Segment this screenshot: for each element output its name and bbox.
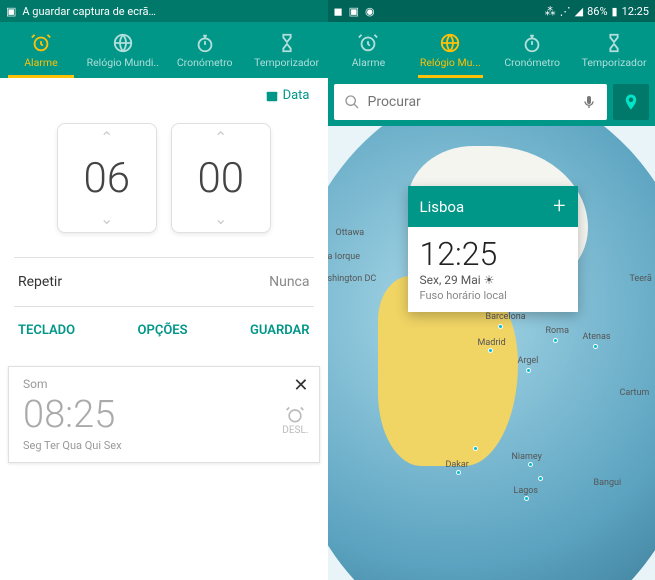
hourglass-icon: [603, 32, 625, 54]
map-city-label: shington DC: [328, 274, 377, 284]
map-city-label: Atenas: [583, 332, 611, 342]
tab-alarm[interactable]: Alarme: [328, 22, 410, 78]
alarm-time: 08:25: [23, 393, 305, 437]
search-icon: [344, 94, 360, 110]
map-city-label: Dakar: [446, 460, 469, 470]
tab-label: Cronómetro: [177, 56, 233, 69]
signal-icon: ◢: [575, 5, 583, 18]
bluetooth-icon: ⁂: [545, 5, 556, 18]
tab-bar: Alarme Relógio Mu... Cronómetro Temporiz…: [328, 22, 655, 78]
map-city-label: Madrid: [478, 338, 506, 348]
messenger-icon: ◉: [365, 5, 375, 18]
alarm-toggle-off[interactable]: DESL.: [282, 405, 308, 436]
options-button[interactable]: OPÇÕES: [138, 323, 188, 338]
tab-worldclock[interactable]: Relógio Mu...: [409, 22, 491, 78]
sun-icon: ☀: [484, 273, 495, 287]
map-city-label: Roma: [546, 326, 569, 336]
globe-icon: [112, 32, 134, 54]
map-city-label: Niamey: [512, 452, 542, 462]
alarm-card[interactable]: Som ✕ DESL. 08:25 Seg Ter Qua Qui Sex: [8, 366, 320, 463]
screenshot-icon: ▣: [6, 5, 16, 18]
map-city-label: Teerã: [630, 274, 652, 284]
date-label: Data: [283, 88, 310, 103]
city-timezone: Fuso horário local: [420, 289, 566, 302]
minute-value: 00: [197, 154, 244, 203]
city-date: Sex, 29 Mai: [420, 273, 481, 287]
tab-label: Cronómetro: [504, 56, 560, 69]
facebook-icon: ◼: [334, 5, 343, 18]
status-time: 12:25: [622, 5, 649, 18]
map-city-label: Ottawa: [336, 228, 365, 238]
hourglass-icon: [276, 32, 298, 54]
tab-timer[interactable]: Temporizador: [246, 22, 328, 78]
status-bar: ▣ A guardar captura de ecrã…: [0, 0, 328, 22]
chevron-up-icon[interactable]: ⌃: [214, 128, 227, 147]
map-city-label: Lagos: [514, 486, 539, 496]
save-button[interactable]: GUARDAR: [250, 323, 309, 338]
keyboard-button[interactable]: TECLADO: [18, 323, 75, 338]
city-time: 12:25: [420, 235, 566, 273]
globe-map[interactable]: Ottawa a Iorque shington DC Barcelona Ma…: [328, 126, 655, 580]
tab-bar: Alarme Relógio Mundi.. Cronómetro Tempor…: [0, 22, 328, 78]
tab-label: Temporizador: [254, 56, 319, 69]
alarm-icon: [30, 32, 52, 54]
chevron-up-icon[interactable]: ⌃: [100, 128, 113, 147]
city-name: Lisboa: [420, 198, 465, 216]
tab-alarm[interactable]: Alarme: [0, 22, 82, 78]
map-city-label: Barcelona: [486, 312, 526, 322]
map-city-label: Cartum: [620, 388, 650, 398]
desl-label: DESL.: [282, 425, 308, 436]
status-text: A guardar captura de ecrã…: [22, 5, 155, 18]
repeat-row[interactable]: Repetir Nunca: [0, 258, 328, 306]
tab-stopwatch[interactable]: Cronómetro: [164, 22, 246, 78]
date-button[interactable]: Data: [265, 88, 310, 103]
tab-timer[interactable]: Temporizador: [573, 22, 655, 78]
tab-label: Relógio Mu...: [420, 56, 481, 69]
wifi-icon: ⋰: [560, 5, 571, 18]
add-city-button[interactable]: +: [553, 194, 565, 219]
alarm-icon: [357, 32, 379, 54]
alarm-sound-label: Som: [23, 377, 305, 391]
minute-picker[interactable]: ⌃ 00 ⌄: [171, 123, 271, 233]
mic-icon[interactable]: [581, 94, 597, 110]
location-pin-icon: [622, 93, 640, 111]
location-button[interactable]: [613, 84, 649, 120]
tab-worldclock[interactable]: Relógio Mundi..: [82, 22, 164, 78]
map-city-label: Argel: [518, 356, 539, 366]
tab-label: Temporizador: [582, 56, 647, 69]
map-city-label: a Iorque: [328, 252, 361, 262]
chevron-down-icon[interactable]: ⌄: [100, 209, 113, 228]
stopwatch-icon: [194, 32, 216, 54]
tab-label: Alarme: [24, 56, 57, 69]
status-bar: ◼ ▣ ◉ ⁂ ⋰ ◢ 86% ▮ 12:25: [328, 0, 655, 22]
stopwatch-icon: [521, 32, 543, 54]
battery-percent: 86%: [587, 5, 607, 18]
tab-stopwatch[interactable]: Cronómetro: [491, 22, 573, 78]
tab-label: Alarme: [352, 56, 385, 69]
hour-value: 06: [83, 154, 130, 203]
repeat-value: Nunca: [269, 274, 309, 290]
hour-picker[interactable]: ⌃ 06 ⌄: [57, 123, 157, 233]
tab-label: Relógio Mundi..: [87, 56, 159, 69]
alarm-off-icon: [285, 405, 305, 425]
calendar-icon: [265, 89, 279, 103]
city-card: Lisboa + 12:25 Sex, 29 Mai ☀ Fuso horári…: [408, 186, 578, 312]
search-input[interactable]: [368, 94, 574, 110]
image-icon: ▣: [349, 5, 359, 18]
map-city-label: Bangui: [594, 478, 622, 488]
repeat-label: Repetir: [18, 274, 62, 290]
chevron-down-icon[interactable]: ⌄: [214, 209, 227, 228]
close-icon[interactable]: ✕: [293, 375, 308, 396]
search-bar[interactable]: [334, 84, 608, 120]
globe-icon: [439, 32, 461, 54]
alarm-days: Seg Ter Qua Qui Sex: [23, 439, 305, 452]
battery-icon: ▮: [612, 5, 618, 18]
